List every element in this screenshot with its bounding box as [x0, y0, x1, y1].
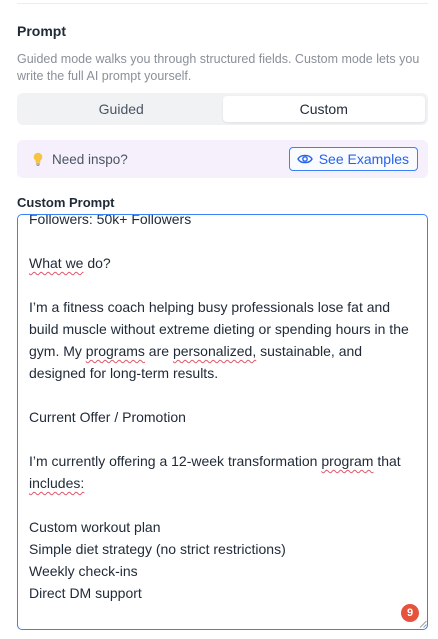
- custom-prompt-label: Custom Prompt: [17, 195, 115, 210]
- issue-count-badge[interactable]: 9: [401, 604, 419, 622]
- mode-option-guided[interactable]: Guided: [20, 96, 223, 122]
- spell-flagged-word[interactable]: personalized,: [173, 343, 256, 359]
- eye-icon: [296, 153, 313, 165]
- prompt-line: [29, 384, 421, 406]
- top-divider: [17, 3, 428, 4]
- spell-flagged-word[interactable]: programs: [86, 343, 145, 359]
- prompt-line: I’m a fitness coach helping busy profess…: [29, 299, 391, 315]
- prompt-line: What we do?: [29, 255, 111, 271]
- spell-flagged-word[interactable]: includes:: [29, 475, 84, 491]
- lightbulb-icon: [31, 151, 45, 167]
- prompt-line: designed for long-term results.: [29, 365, 219, 381]
- prompt-line: [29, 428, 421, 450]
- prompt-line: build muscle without extreme dieting or …: [29, 321, 409, 337]
- spell-flagged-word[interactable]: program: [321, 453, 373, 469]
- spell-flagged-word[interactable]: What we: [29, 255, 83, 271]
- section-title: Prompt: [17, 23, 66, 39]
- see-examples-label: See Examples: [318, 151, 409, 167]
- custom-prompt-textarea[interactable]: Followers: 50k+ Followers What we do? I’…: [17, 214, 428, 630]
- mode-option-custom[interactable]: Custom: [222, 96, 425, 122]
- prompt-line: includes:: [29, 472, 421, 494]
- prompt-line: Custom workout plan: [29, 519, 161, 535]
- inspo-label: Need inspo?: [52, 151, 128, 167]
- custom-prompt-text: Followers: 50k+ Followers What we do? I’…: [29, 214, 421, 604]
- prompt-line: gym. My programs are personalized, susta…: [29, 343, 363, 359]
- resize-handle-icon[interactable]: [419, 620, 427, 628]
- section-description: Guided mode walks you through structured…: [17, 52, 420, 83]
- prompt-line: [29, 230, 421, 252]
- prompt-line: Followers: 50k+ Followers: [29, 214, 192, 227]
- prompt-settings-panel: Prompt Guided mode walks you through str…: [0, 0, 438, 639]
- prompt-line: [29, 274, 421, 296]
- prompt-line: Current Offer / Promotion: [29, 409, 186, 425]
- prompt-line: Direct DM support: [29, 585, 142, 601]
- see-examples-button[interactable]: See Examples: [288, 147, 418, 171]
- inspo-banner: Need inspo? See Examples: [17, 140, 428, 178]
- prompt-line: [29, 494, 421, 516]
- prompt-line: I’m currently offering a 12-week transfo…: [29, 453, 401, 469]
- prompt-line: Weekly check-ins: [29, 563, 138, 579]
- mode-toggle: Guided Custom: [17, 93, 428, 125]
- prompt-line: Simple diet strategy (no strict restrict…: [29, 541, 286, 557]
